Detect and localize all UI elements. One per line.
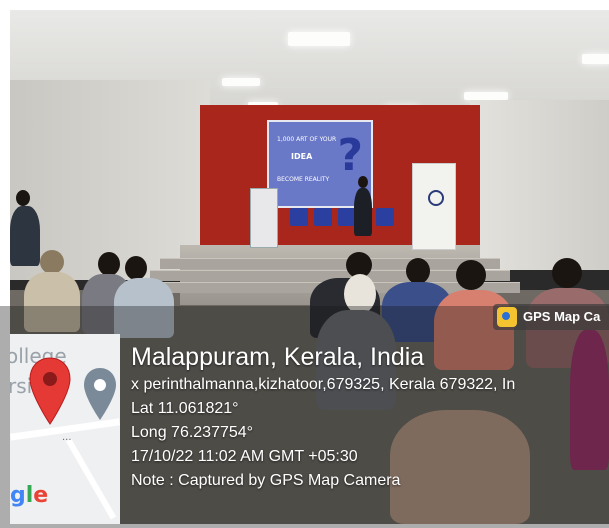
photographer bbox=[10, 206, 40, 266]
speaker-head bbox=[358, 176, 368, 188]
audience-head bbox=[456, 260, 486, 290]
stage-step bbox=[160, 258, 500, 269]
location-pin-red-icon bbox=[29, 357, 71, 425]
map-camera-icon bbox=[497, 307, 517, 327]
location-city: Malappuram, Kerala, India bbox=[131, 343, 425, 371]
college-logo bbox=[428, 190, 444, 206]
location-longitude: Long 76.237754° bbox=[131, 424, 254, 441]
gps-badge-label: GPS Map Ca bbox=[523, 309, 601, 324]
stage-chair bbox=[376, 208, 394, 226]
question-mark-symbol: ? bbox=[337, 130, 363, 181]
audience-head bbox=[125, 256, 147, 280]
location-info: Malappuram, Kerala, India x perinthalman… bbox=[131, 342, 609, 493]
right-wall bbox=[470, 100, 609, 270]
ceiling-light bbox=[288, 32, 350, 46]
google-letter-e: e bbox=[33, 483, 49, 508]
person-head bbox=[16, 190, 30, 206]
capture-note: Note : Captured by GPS Map Camera bbox=[131, 472, 401, 489]
stage-chair bbox=[314, 208, 332, 226]
screen-line-2: IDEA bbox=[291, 152, 313, 161]
ceiling-light bbox=[464, 92, 508, 100]
screen-line-3: BECOME REALITY bbox=[277, 176, 330, 183]
podium bbox=[250, 188, 278, 248]
audience-head bbox=[40, 250, 64, 274]
location-pin-gray-icon bbox=[84, 368, 116, 420]
ceiling-light bbox=[222, 78, 260, 86]
speaker bbox=[354, 188, 372, 236]
college-banner bbox=[412, 163, 456, 250]
location-latitude: Lat 11.061821° bbox=[131, 400, 239, 417]
gps-map-camera-badge: GPS Map Ca bbox=[493, 304, 609, 330]
location-address: x perinthalmanna,kizhatoor,679325, Keral… bbox=[131, 376, 516, 393]
map-thumbnail: ollege rsity ... gle bbox=[10, 334, 120, 524]
screen-line-1: 1,000 ART OF YOUR bbox=[277, 136, 337, 143]
map-road bbox=[65, 438, 117, 520]
stage-chair bbox=[290, 208, 308, 226]
audience-head bbox=[98, 252, 120, 276]
location-datetime: 17/10/22 11:02 AM GMT +05:30 bbox=[131, 448, 358, 465]
google-logo: gle bbox=[10, 483, 48, 508]
ceiling-light bbox=[582, 54, 609, 64]
google-letter-g: g bbox=[10, 483, 26, 508]
audience-head bbox=[406, 258, 430, 284]
map-dots: ... bbox=[62, 432, 72, 443]
audience-head bbox=[552, 258, 582, 288]
